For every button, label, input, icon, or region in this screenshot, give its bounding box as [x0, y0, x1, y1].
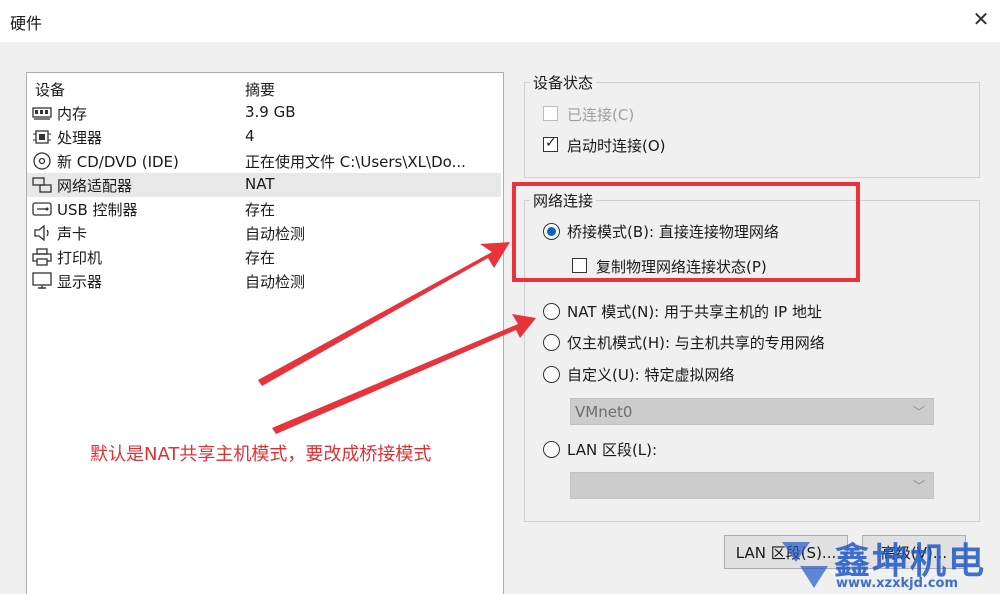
device-row-cd-dvd[interactable]: 新 CD/DVD (IDE) 正在使用文件 C:\Users\XL\Do...: [27, 149, 501, 173]
connect-on-start-checkbox[interactable]: ✓: [543, 135, 558, 152]
annotation-text: 默认是NAT共享主机模式，要改成桥接模式: [90, 444, 432, 465]
title-bar: 硬件 ✕: [0, 0, 1000, 42]
nat-label: NAT 模式(N): 用于共享主机的 IP 地址: [567, 303, 823, 321]
chevron-down-icon: ﹀: [912, 405, 925, 419]
column-header-summary: 摘要: [245, 81, 276, 99]
close-button[interactable]: ✕: [968, 6, 994, 32]
device-row-cpu[interactable]: 处理器 4: [27, 125, 501, 149]
connect-on-start-label: 启动时连接(O): [567, 137, 666, 155]
device-name: 显示器: [57, 273, 103, 291]
device-summary: 自动检测: [245, 273, 306, 291]
annotation-highlight-box: [512, 182, 860, 282]
device-row-printer[interactable]: 打印机 存在: [27, 245, 501, 269]
device-name: 网络适配器: [57, 177, 133, 195]
connected-checkbox[interactable]: [543, 106, 558, 121]
cpu-icon: [33, 130, 51, 144]
cd-dvd-icon: [33, 152, 51, 170]
device-status-title: 设备状态: [530, 72, 597, 93]
lan-segment-radio[interactable]: [543, 441, 560, 458]
device-status-group: [524, 82, 980, 178]
device-name: 内存: [57, 105, 88, 123]
device-row-network-adapter[interactable]: 网络适配器 NAT: [27, 173, 501, 197]
host-only-label: 仅主机模式(H): 与主机共享的专用网络: [567, 334, 825, 352]
nat-radio[interactable]: [543, 303, 560, 320]
column-header-device: 设备: [35, 81, 66, 99]
connected-label: 已连接(C): [567, 106, 635, 124]
device-summary: 4: [245, 127, 255, 145]
device-name: 声卡: [57, 225, 88, 243]
memory-icon: [32, 107, 52, 120]
network-adapter-icon: [32, 177, 52, 193]
chevron-down-icon: ﹀: [912, 479, 925, 493]
device-summary: 3.9 GB: [245, 103, 296, 121]
vmnet-select[interactable]: VMnet0 ﹀: [570, 398, 934, 425]
device-row-usb[interactable]: USB 控制器 存在: [27, 197, 501, 221]
printer-icon: [32, 248, 52, 266]
device-row-display[interactable]: 显示器 自动检测: [27, 269, 501, 293]
device-summary: NAT: [245, 175, 275, 193]
close-icon: ✕: [972, 7, 990, 31]
check-icon: ✓: [545, 135, 557, 151]
device-summary: 正在使用文件 C:\Users\XL\Do...: [245, 153, 466, 171]
device-name: 新 CD/DVD (IDE): [57, 153, 179, 171]
window-title: 硬件: [10, 14, 43, 33]
device-name: 处理器: [57, 129, 103, 147]
device-summary: 自动检测: [245, 225, 306, 243]
device-summary: 存在: [245, 201, 276, 219]
device-row-sound[interactable]: 声卡 自动检测: [27, 221, 501, 245]
device-name: 打印机: [57, 249, 103, 267]
custom-label: 自定义(U): 特定虚拟网络: [567, 366, 735, 384]
device-name: USB 控制器: [57, 201, 138, 219]
watermark-logo-icon: [782, 542, 828, 588]
host-only-radio[interactable]: [543, 334, 560, 351]
device-row-memory[interactable]: 内存 3.9 GB: [27, 101, 501, 125]
custom-radio[interactable]: [543, 366, 560, 383]
lan-segment-label: LAN 区段(L):: [567, 441, 658, 459]
vmnet-select-value: VMnet0: [575, 403, 633, 421]
device-summary: 存在: [245, 249, 276, 267]
watermark: 鑫坤机电 www.xzxkjd.com: [780, 530, 1000, 593]
watermark-url: www.xzxkjd.com: [836, 576, 959, 591]
device-list: 设备 摘要 内存 3.9 GB 处理器 4 新 CD/DVD (IDE) 正在使…: [26, 72, 504, 594]
usb-icon: [32, 202, 52, 216]
speaker-icon: [34, 224, 49, 242]
monitor-icon: [32, 272, 52, 289]
lan-segment-select[interactable]: ﹀: [570, 472, 934, 499]
